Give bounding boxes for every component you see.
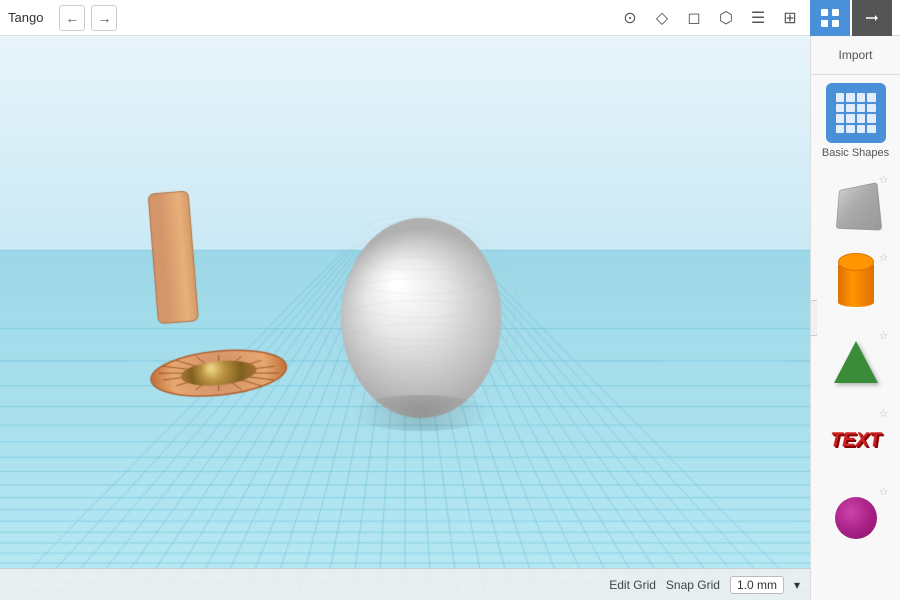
pyramid-shape-item[interactable]: ☆ [819, 325, 893, 399]
forward-button[interactable]: → [91, 5, 117, 31]
import-button[interactable]: Import [830, 44, 880, 66]
grid-canvas [0, 36, 810, 600]
collapse-arrow-icon: ❯ [810, 311, 813, 325]
text3d-star-icon[interactable]: ☆ [879, 407, 889, 420]
layers-icon[interactable]: ⬡ [712, 4, 740, 32]
top-bar: Tango ← → ⊙ ◇ ◻ ⬡ ☰ ⊞ [0, 0, 900, 36]
cylinder-star-icon[interactable]: ☆ [879, 251, 889, 264]
snap-value[interactable]: 1.0 mm [730, 576, 784, 594]
grid-view-button[interactable] [810, 0, 850, 36]
sphere-shape-item[interactable]: ☆ [819, 481, 893, 555]
grid-pattern-icon [836, 93, 876, 133]
right-panel: ❯ Import Basic Shapes ☆ [810, 36, 900, 600]
edit-grid-label: Edit Grid [609, 578, 656, 592]
list-icon[interactable]: ☰ [744, 4, 772, 32]
toolbar-icons: ⊙ ◇ ◻ ⬡ ☰ ⊞ [616, 4, 804, 32]
basic-shapes-label: Basic Shapes [817, 147, 894, 159]
focus-icon[interactable]: ⊙ [616, 4, 644, 32]
snap-grid-label: Snap Grid [666, 578, 720, 592]
back-button[interactable]: ← [59, 5, 85, 31]
sphere-star-icon[interactable]: ☆ [879, 485, 889, 498]
snap-dropdown[interactable]: ▾ [794, 578, 800, 592]
pyramid-star-icon[interactable]: ☆ [879, 329, 889, 342]
text3d-shape-item[interactable]: ☆ TEXT [819, 403, 893, 477]
shapes-panel: Basic Shapes ☆ ☆ ☆ ☆ TEXT [811, 75, 900, 567]
viewport[interactable]: Edit Grid Snap Grid 1.0 mm ▾ [0, 36, 810, 600]
basic-shapes-icon[interactable] [826, 83, 886, 143]
collapse-panel-button[interactable]: ❯ [810, 300, 817, 336]
main-area: Edit Grid Snap Grid 1.0 mm ▾ ❯ Import [0, 36, 900, 600]
sphere-shape-visual [835, 497, 877, 539]
wrench-button[interactable] [852, 0, 892, 36]
box-shape-item[interactable]: ☆ [819, 169, 893, 243]
app-title: Tango [8, 10, 43, 25]
bottom-bar: Edit Grid Snap Grid 1.0 mm ▾ [0, 568, 810, 600]
box-star-icon[interactable]: ☆ [879, 173, 889, 186]
wrench-icon [863, 9, 881, 27]
pin-icon[interactable]: ◇ [648, 4, 676, 32]
cylinder-shape-visual [838, 261, 874, 307]
import-area: Import [811, 36, 900, 75]
text3d-shape-visual: TEXT [829, 429, 881, 452]
chat-icon[interactable]: ◻ [680, 4, 708, 32]
align-icon[interactable]: ⊞ [776, 4, 804, 32]
box-shape-visual [835, 182, 882, 230]
grid-background [0, 36, 810, 600]
cylinder-shape-item[interactable]: ☆ [819, 247, 893, 321]
grid-view-icon [820, 8, 840, 28]
pyramid-shape-visual [834, 341, 878, 383]
top-right-buttons [810, 0, 892, 36]
